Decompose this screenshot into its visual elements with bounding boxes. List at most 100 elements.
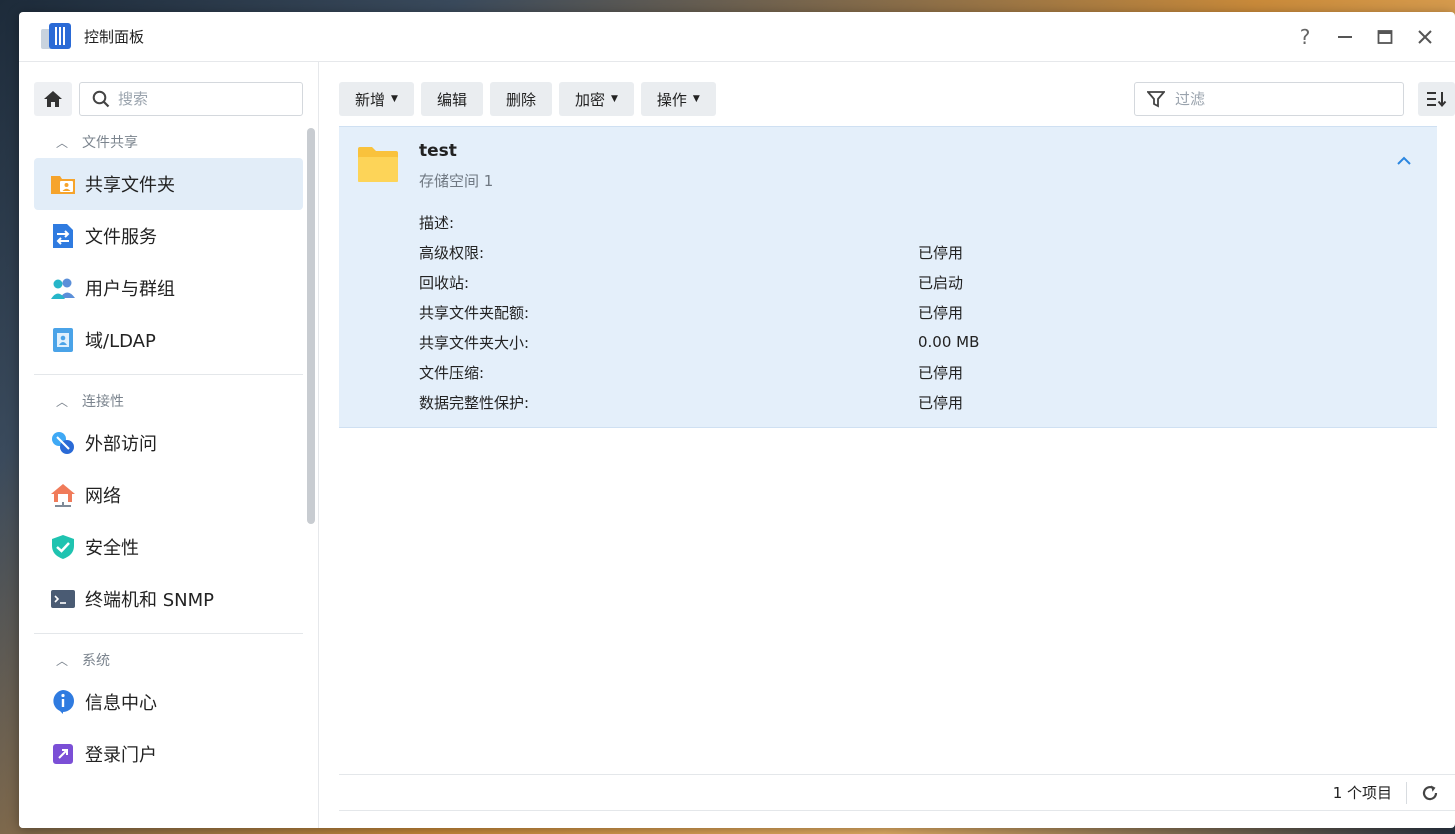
home-button[interactable]	[34, 82, 72, 116]
external-access-icon	[50, 430, 76, 456]
detail-value: 0.00 MB	[918, 333, 980, 351]
sidebar-search[interactable]	[79, 82, 303, 116]
section-title: 连接性	[82, 394, 125, 410]
sidebar-item-label: 信息中心	[85, 693, 157, 714]
sidebar-item-info-center[interactable]: 信息中心	[34, 676, 303, 728]
users-groups-icon	[50, 275, 76, 301]
detail-row-data-integrity: 数据完整性保护: 已停用	[419, 387, 1319, 417]
search-input[interactable]	[118, 90, 288, 108]
create-button[interactable]: 新增 ▼	[339, 82, 414, 116]
shared-folder-icon	[50, 171, 76, 197]
domain-ldap-icon	[50, 327, 76, 353]
sidebar-item-label: 共享文件夹	[85, 175, 175, 196]
section-header-file-sharing[interactable]: ︿ 文件共享	[34, 126, 303, 158]
section-header-system[interactable]: ︿ 系统	[34, 644, 303, 676]
terminal-icon	[50, 586, 76, 612]
sidebar-item-domain-ldap[interactable]: 域/LDAP	[34, 314, 303, 366]
detail-key: 数据完整性保护:	[419, 393, 530, 412]
network-icon	[50, 482, 76, 508]
detail-key: 共享文件夹大小:	[419, 333, 530, 352]
collapse-button[interactable]	[1397, 151, 1411, 170]
refresh-button[interactable]	[1419, 782, 1441, 804]
filter-icon	[1147, 91, 1165, 108]
status-footer: 1 个项目	[339, 774, 1455, 811]
detail-value: 已停用	[918, 243, 964, 262]
folder-location: 存储空间 1	[419, 172, 494, 190]
shield-icon	[50, 534, 76, 560]
sort-icon	[1426, 92, 1446, 108]
folder-name: test	[419, 141, 457, 161]
control-panel-app-icon	[41, 22, 71, 51]
shared-folder-row[interactable]: test 存储空间 1 描述: 高级权限: 已停用 回收站: 已启动 共享文件夹配额…	[339, 126, 1437, 428]
action-button[interactable]: 操作 ▼	[640, 82, 716, 116]
sidebar-item-label: 文件服务	[85, 227, 157, 248]
home-icon	[44, 91, 62, 107]
sidebar-scrollbar[interactable]	[307, 128, 315, 524]
control-panel-window: 控制面板 ? ︿ 文件共享	[19, 12, 1455, 828]
caret-down-icon: ▼	[692, 94, 700, 104]
folder-icon	[358, 146, 398, 186]
sidebar-item-file-services[interactable]: 文件服务	[34, 210, 303, 262]
sidebar-item-terminal-snmp[interactable]: 终端机和 SNMP	[34, 573, 303, 625]
sidebar-item-label: 用户与群组	[85, 279, 175, 300]
sidebar-item-label: 外部访问	[85, 434, 157, 455]
filter-box[interactable]	[1134, 82, 1404, 116]
file-services-icon	[50, 223, 76, 249]
section-divider	[34, 374, 303, 375]
encrypt-button[interactable]: 加密 ▼	[558, 82, 634, 116]
sidebar-item-label: 域/LDAP	[85, 331, 156, 352]
edit-button[interactable]: 编辑	[420, 82, 483, 116]
detail-key: 描述:	[419, 213, 455, 232]
close-icon	[1418, 29, 1432, 44]
detail-row-compression: 文件压缩: 已停用	[419, 357, 1319, 387]
main-panel: 新增 ▼ 编辑 删除 加密 ▼ 操作 ▼ 过滤 test 存储空间 1 描述: …	[319, 62, 1455, 828]
sidebar-item-label: 登录门户	[85, 745, 157, 766]
sidebar-item-network[interactable]: 网络	[34, 469, 303, 521]
sidebar-item-label: 终端机和 SNMP	[85, 590, 214, 611]
detail-row-advanced-permissions: 高级权限: 已停用	[419, 237, 1319, 267]
detail-value: 已停用	[918, 303, 964, 322]
window-title: 控制面板	[84, 28, 145, 46]
section-divider	[34, 633, 303, 634]
detail-key: 文件压缩:	[419, 363, 485, 382]
sidebar: ︿ 文件共享 共享文件夹 文件服务 用户与群组	[19, 62, 319, 828]
sidebar-item-label: 网络	[85, 486, 121, 507]
maximize-button[interactable]	[1365, 17, 1405, 57]
item-count: 1 个项目	[1332, 784, 1392, 802]
filter-input[interactable]	[1175, 90, 1375, 108]
sidebar-nav: ︿ 文件共享 共享文件夹 文件服务 用户与群组 域/LDAP ︿ 连接性 外部访…	[34, 126, 303, 780]
detail-value: 已停用	[918, 363, 964, 382]
chevron-up-icon	[1397, 156, 1411, 165]
login-portal-icon	[50, 741, 76, 767]
sidebar-item-users-groups[interactable]: 用户与群组	[34, 262, 303, 314]
close-button[interactable]	[1405, 17, 1445, 57]
sort-button[interactable]	[1418, 82, 1455, 116]
caret-down-icon: ▼	[391, 94, 398, 104]
maximize-icon	[1377, 29, 1393, 44]
detail-row-description: 描述:	[419, 207, 1319, 237]
sidebar-item-login-portal[interactable]: 登录门户	[34, 728, 303, 780]
chevron-up-icon: ︿	[56, 653, 69, 668]
detail-row-size: 共享文件夹大小: 0.00 MB	[419, 327, 1319, 357]
info-center-icon	[50, 689, 76, 715]
sidebar-item-shared-folder[interactable]: 共享文件夹	[34, 158, 303, 210]
delete-button[interactable]: 删除	[489, 82, 552, 116]
action-label: 操作	[656, 90, 687, 109]
sidebar-item-external-access[interactable]: 外部访问	[34, 417, 303, 469]
create-label: 新增	[355, 90, 386, 109]
chevron-up-icon: ︿	[56, 135, 69, 150]
minimize-button[interactable]	[1325, 17, 1365, 57]
detail-key: 回收站:	[419, 273, 470, 292]
search-icon	[92, 90, 110, 108]
chevron-up-icon: ︿	[56, 394, 69, 409]
folder-details: 描述: 高级权限: 已停用 回收站: 已启动 共享文件夹配额: 已停用 共享文件夹大小…	[419, 207, 1319, 417]
help-button[interactable]: ?	[1285, 17, 1325, 57]
title-bar: 控制面板 ?	[19, 12, 1455, 62]
sidebar-item-label: 安全性	[85, 538, 139, 559]
toolbar: 新增 ▼ 编辑 删除 加密 ▼ 操作 ▼	[339, 82, 1455, 116]
sidebar-item-security[interactable]: 安全性	[34, 521, 303, 573]
section-header-connectivity[interactable]: ︿ 连接性	[34, 385, 303, 417]
detail-value: 已停用	[918, 393, 964, 412]
section-title: 文件共享	[82, 135, 139, 151]
section-title: 系统	[82, 653, 111, 669]
